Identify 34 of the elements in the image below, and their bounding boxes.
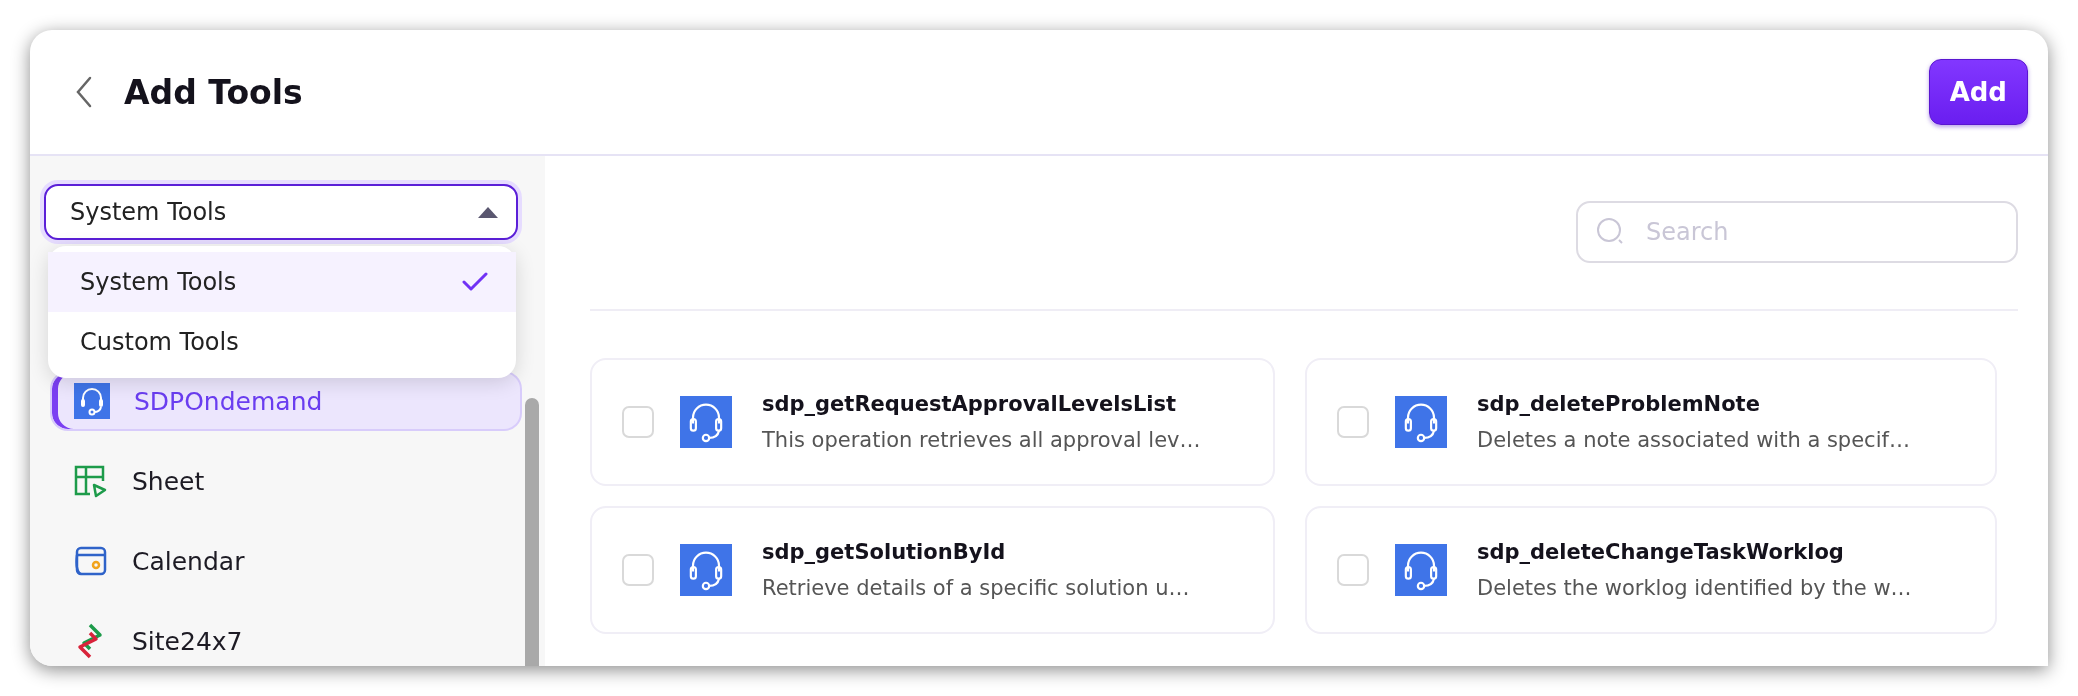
tool-name: sdp_deleteProblemNote (1477, 392, 1761, 416)
headset-icon (680, 396, 732, 448)
tool-description: Deletes the worklog identified by the w… (1477, 576, 1912, 600)
tool-description: Deletes a note associated with a specif… (1477, 428, 1910, 452)
spreadsheet-icon (72, 463, 108, 499)
app-list-item[interactable]: Site24x7 (50, 611, 522, 666)
headset-icon (74, 383, 110, 419)
search-input[interactable]: Search (1646, 204, 1998, 260)
tool-name: sdp_getRequestApprovalLevelsList (762, 392, 1178, 416)
app-list-item[interactable]: Calendar (50, 531, 522, 591)
headset-icon (1395, 396, 1447, 448)
tool-card[interactable]: sdp_getRequestApprovalLevelsList This operation retrieves all approval lev… (590, 358, 1275, 486)
tool-name: sdp_deleteChangeTaskWorklog (1477, 540, 1845, 564)
add-button[interactable]: Add (1928, 59, 2028, 125)
tool-card[interactable]: sdp_deleteChangeTaskWorklog Deletes the worklog identified by the w… (1305, 506, 1997, 634)
dropdown-option[interactable]: Custom Tools (48, 312, 516, 372)
checkbox[interactable] (622, 554, 654, 586)
tool-description: Retrieve details of a specific solution u… (762, 576, 1190, 600)
dropdown-option[interactable]: System Tools (48, 252, 516, 312)
tool-description: This operation retrieves all approval lev… (762, 428, 1201, 452)
checkbox[interactable] (1337, 406, 1369, 438)
search-field[interactable]: Search (1576, 201, 2018, 263)
scrollbar[interactable] (525, 398, 539, 666)
caret-icon (478, 206, 498, 218)
tool-card[interactable]: sdp_deleteProblemNote Deletes a note associated with a specif… (1305, 358, 1997, 486)
checkbox[interactable] (1337, 554, 1369, 586)
checkbox[interactable] (622, 406, 654, 438)
tool-name: sdp_getSolutionById (762, 540, 1007, 564)
app-list-item[interactable]: Sheet (50, 451, 522, 511)
dialog-title: Add Tools (124, 72, 303, 112)
tool-card[interactable]: sdp_getSolutionById Retrieve details of a specific solution u… (590, 506, 1275, 634)
headset-icon (1395, 544, 1447, 596)
check-icon (462, 272, 488, 292)
headset-icon (680, 544, 732, 596)
